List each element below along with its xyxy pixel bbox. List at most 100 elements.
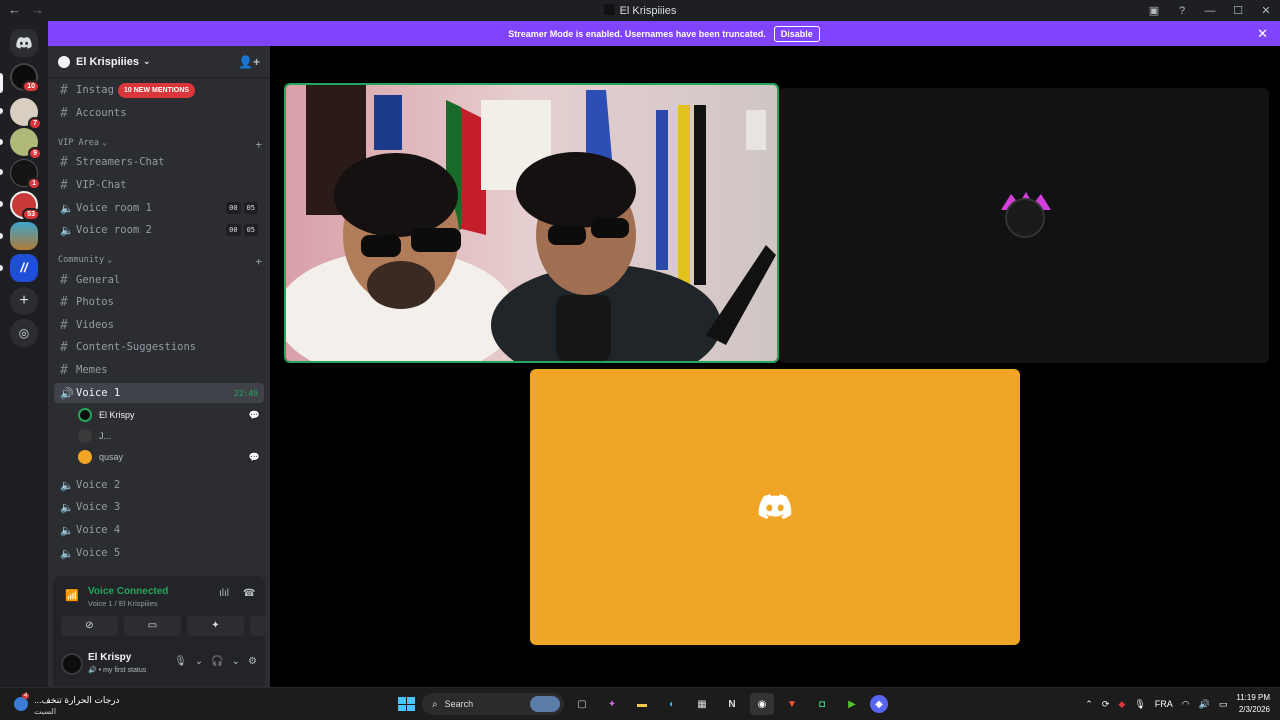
new-mentions-pill[interactable]: 10 NEW MENTIONS [118, 83, 195, 98]
chevron-down-icon[interactable]: ⌄ [195, 656, 203, 667]
share-screen-button[interactable]: ▭ [124, 616, 181, 636]
signal-icon[interactable]: 📶 [65, 589, 79, 602]
microphone-icon[interactable]: 🎙 [174, 656, 187, 667]
battery-icon[interactable]: ▭ [1219, 699, 1228, 710]
explore-icon[interactable]: ◎ [10, 319, 38, 347]
minimize-button[interactable]: — [1196, 5, 1224, 17]
language-indicator[interactable]: FRA [1155, 699, 1173, 709]
channel-voice-1[interactable]: 🔊 Voice 1 22:49 [54, 383, 264, 403]
chevron-up-icon[interactable]: ⌃ [1085, 699, 1093, 710]
headphones-icon[interactable]: 🎧 [211, 656, 223, 667]
channel-voice-4[interactable]: 🔈 Voice 4 [54, 520, 264, 540]
task-view-icon[interactable]: ▢ [570, 693, 594, 715]
add-server-icon[interactable]: + [10, 287, 38, 315]
category-vip-area[interactable]: VIP Area ⌄ + [58, 138, 264, 151]
voice-user[interactable]: qusay 💬 [78, 448, 264, 466]
guild-6[interactable] [10, 222, 38, 250]
screenshare-icon: 💬 [248, 451, 260, 462]
guild-5[interactable]: 53 [10, 191, 40, 221]
avatar [1005, 198, 1045, 238]
channel-general[interactable]: # General [54, 270, 264, 290]
search-label: Search [444, 699, 474, 709]
play-icon[interactable]: ▶ [840, 693, 864, 715]
sync-icon[interactable]: ⟳ [1102, 699, 1110, 710]
maximize-button[interactable]: ☐ [1224, 4, 1252, 17]
close-banner-icon[interactable]: ✕ [1257, 26, 1268, 42]
weather-badge: 4 [22, 693, 30, 699]
channel-voice-room-1[interactable]: 🔈 Voice room 1 00 05 [54, 198, 264, 218]
server-name: El Krispiiies [76, 55, 139, 68]
server-header[interactable]: El Krispiiies ⌄ 👤+ [48, 46, 270, 78]
notion-icon[interactable]: N [720, 693, 744, 715]
edge-icon[interactable]: ◐ [660, 693, 684, 715]
channel-videos[interactable]: # Videos [54, 315, 264, 335]
discord-tray-icon[interactable]: ◆ [1118, 699, 1125, 710]
discord-taskbar-icon[interactable]: ◆ [870, 695, 888, 713]
channel-photos[interactable]: # Photos [54, 292, 264, 312]
unread-indicator [0, 201, 3, 207]
create-channel-icon[interactable]: + [255, 138, 262, 151]
disconnect-icon[interactable]: ☎ [243, 588, 255, 599]
unread-indicator [0, 139, 3, 145]
username[interactable]: El Krispy [88, 652, 131, 663]
channel-label: Voice 5 [76, 547, 121, 559]
guild-3[interactable]: 9 [10, 128, 42, 160]
channel-streamers-chat[interactable]: # Streamers-Chat [54, 152, 264, 172]
search-box[interactable]: ⌕ Search [422, 693, 564, 715]
close-button[interactable]: ✕ [1252, 4, 1280, 17]
channel-voice-5[interactable]: 🔈 Voice 5 [54, 543, 264, 563]
voice-channel-path[interactable]: Voice 1 / El Krispiiies [88, 599, 158, 608]
voice-user[interactable]: El Krispy 💬 [78, 406, 264, 424]
channel-content-suggestions[interactable]: # Content-Suggestions [54, 337, 264, 357]
volume-icon[interactable]: 🔊 [1199, 699, 1210, 710]
clock-date: 2/3/2026 [1238, 705, 1270, 714]
channel-label: Instag [76, 84, 114, 96]
category-community[interactable]: Community ⌄ + [58, 255, 264, 268]
channel-voice-room-2[interactable]: 🔈 Voice room 2 00 05 [54, 220, 264, 240]
avatar-tile[interactable] [779, 88, 1269, 363]
weather-headline: درجات الحرارة تنخف... [34, 695, 120, 705]
windows-start-icon[interactable] [392, 693, 416, 715]
guild-2[interactable]: 7 [10, 98, 42, 130]
wifi-icon[interactable]: ◠ [1182, 699, 1190, 710]
create-channel-icon[interactable]: + [255, 255, 262, 268]
guild-el-krispiiies[interactable]: 10 [10, 63, 40, 93]
channel-voice-3[interactable]: 🔈 Voice 3 [54, 497, 264, 517]
store-icon[interactable]: ▦ [690, 693, 714, 715]
noise-suppression-icon[interactable]: ılıl [219, 588, 229, 599]
help-icon[interactable]: ? [1168, 5, 1196, 17]
android-icon[interactable]: ◘ [810, 693, 834, 715]
inbox-icon[interactable]: ▣ [1140, 4, 1168, 17]
voice-connected-label[interactable]: Voice Connected [88, 586, 168, 597]
microphone-icon[interactable]: 🎙 [1134, 699, 1145, 710]
file-explorer-icon[interactable]: ▬ [630, 693, 654, 715]
avatar[interactable] [61, 653, 83, 675]
voice-timer: 22:49 [233, 388, 258, 398]
gear-icon[interactable]: ⚙ [248, 656, 257, 667]
participant-tile[interactable] [530, 369, 1020, 645]
disable-button[interactable]: Disable [773, 25, 820, 42]
clock[interactable]: 11:19 PM 2/3/2026 [1236, 692, 1270, 716]
channel-memes[interactable]: # Memes [54, 360, 264, 380]
activities-button[interactable]: ✦ [187, 616, 244, 636]
channel-voice-2[interactable]: 🔈 Voice 2 [54, 475, 264, 495]
voice-user[interactable]: J... [78, 427, 264, 445]
guild-4[interactable]: 1 [10, 159, 41, 190]
channel-accounts[interactable]: # Accounts [54, 103, 264, 123]
user-limit: 05 [243, 224, 258, 236]
custom-status[interactable]: 🔊 • my first status [88, 666, 146, 674]
guild-7[interactable]: // [10, 254, 38, 282]
weather-widget[interactable]: 4 درجات الحرارة تنخف... السبت [14, 693, 124, 717]
channel-vip-chat[interactable]: # VIP-Chat [54, 175, 264, 195]
brave-icon[interactable]: ▼ [780, 693, 804, 715]
voice-user-name: J... [99, 431, 112, 441]
chevron-down-icon[interactable]: ⌄ [232, 656, 240, 667]
github-icon[interactable]: ◉ [750, 693, 774, 715]
discord-home-icon[interactable] [10, 29, 38, 57]
invite-people-icon[interactable]: 👤+ [238, 55, 260, 69]
speaker-icon: 🔊 [88, 667, 97, 674]
camera-off-button[interactable]: ⊘ [61, 616, 118, 636]
camera-tile[interactable] [284, 83, 779, 363]
copilot-icon[interactable]: ✦ [600, 693, 624, 715]
category-label: Community [58, 255, 105, 265]
